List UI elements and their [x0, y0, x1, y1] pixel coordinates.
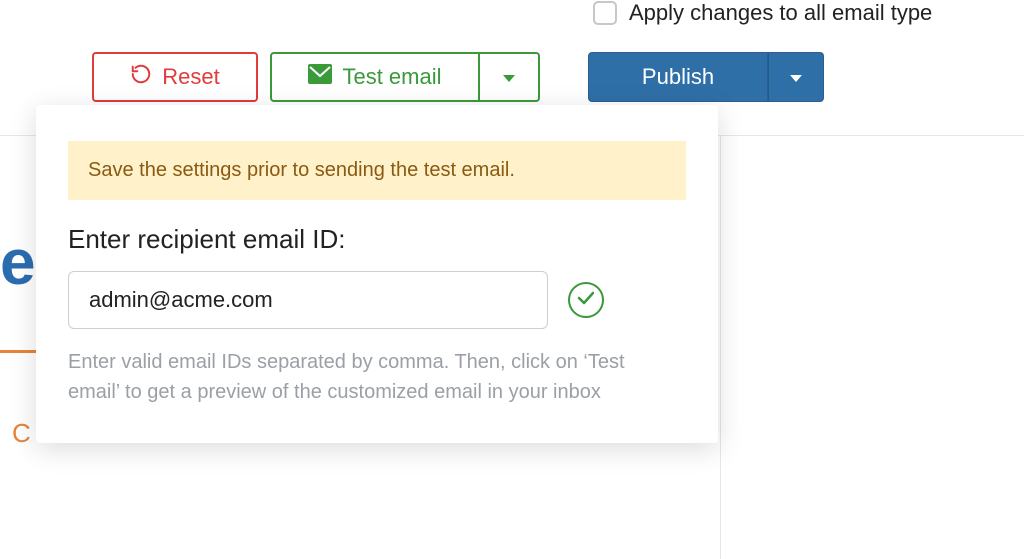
apply-all-checkbox[interactable] — [593, 1, 617, 25]
caret-down-icon — [789, 64, 803, 90]
test-email-caret-button[interactable] — [480, 52, 540, 102]
publish-button[interactable]: Publish — [588, 52, 768, 102]
warning-banner: Save the settings prior to sending the t… — [68, 141, 686, 200]
publish-caret-button[interactable] — [768, 52, 824, 102]
test-email-group: Test email — [270, 52, 540, 102]
bg-blue-text-fragment: e — [0, 225, 36, 299]
reset-icon — [130, 63, 152, 91]
apply-all-row: Apply changes to all email type — [593, 0, 932, 26]
reset-button[interactable]: Reset — [92, 52, 258, 102]
recipient-helper-text: Enter valid email IDs separated by comma… — [68, 347, 648, 407]
confirm-email-button[interactable] — [568, 282, 604, 318]
publish-label: Publish — [642, 64, 714, 90]
test-email-popover: Save the settings prior to sending the t… — [36, 105, 718, 443]
mail-icon — [308, 64, 332, 90]
bg-orange-char: C — [12, 418, 31, 449]
recipient-email-input[interactable] — [68, 271, 548, 329]
check-icon — [577, 291, 595, 310]
bg-orange-underline — [0, 350, 36, 353]
reset-label: Reset — [162, 64, 219, 90]
bg-right-divider — [720, 135, 721, 559]
publish-group: Publish — [588, 52, 824, 102]
apply-all-label: Apply changes to all email type — [629, 0, 932, 26]
page-stage: e C Apply changes to all email type Rese… — [0, 0, 1024, 559]
caret-down-icon — [502, 64, 516, 90]
test-email-button[interactable]: Test email — [270, 52, 480, 102]
recipient-prompt: Enter recipient email ID: — [68, 224, 686, 255]
toolbar: Reset Test email Publish — [92, 52, 824, 102]
test-email-label: Test email — [342, 64, 441, 90]
recipient-input-row — [68, 271, 686, 329]
